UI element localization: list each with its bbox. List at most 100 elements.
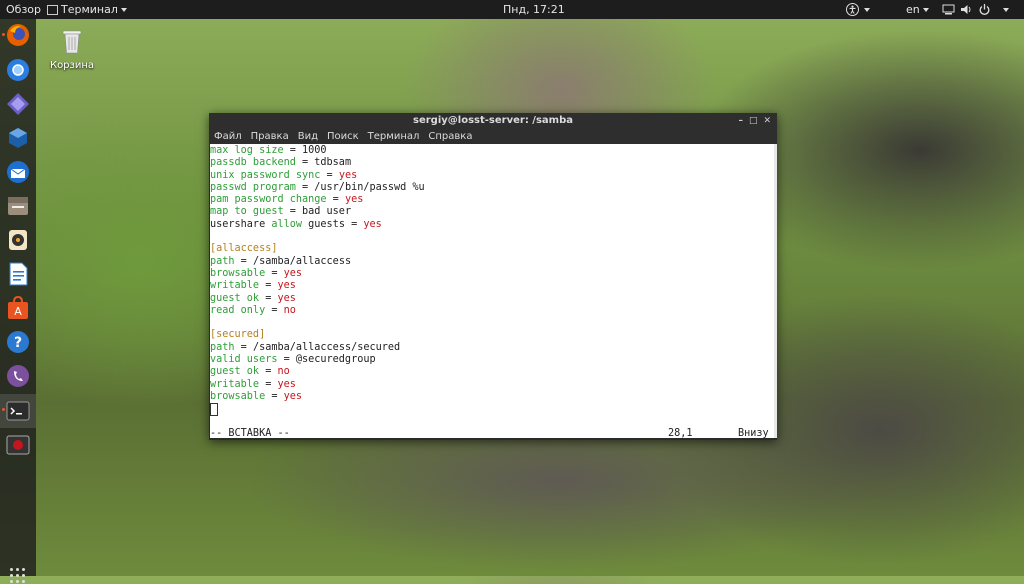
app-menu[interactable]: Терминал [47,0,127,19]
editor-token: yes [344,194,364,206]
editor-line: path = /samba/allaccess/secured [210,342,425,354]
editor-token: yes [277,280,296,292]
editor-line: [secured] [210,329,425,341]
close-icon[interactable]: ✕ [763,116,771,126]
lang-chevron-icon [922,8,929,12]
top-bar: Обзор Терминал Пнд, 17:21 en [0,0,1024,19]
terminal-app-icon [47,5,58,15]
viber-icon[interactable] [6,364,30,388]
editor-line: browsable = yes [210,268,425,280]
vim-status-line: -- ВСТАВКА -- 28,1 Внизу [210,428,774,438]
menu-search[interactable]: Поиск [327,131,359,142]
editor-token: = /usr/bin/passwd %u [295,181,425,193]
editor-token: yes [363,218,382,230]
editor-token: = /samba/allaccess/secured [234,341,401,353]
clock[interactable]: Пнд, 17:21 [503,0,565,19]
editor-token: no [277,366,290,378]
editor-line: map to guest = bad user [210,206,425,218]
software-center-icon[interactable]: A [6,296,30,320]
editor-line: passwd program = /usr/bin/passwd %u [210,182,425,194]
editor-line: writable = yes [210,280,425,292]
scrollbar[interactable] [774,144,777,438]
power-icon[interactable] [978,3,991,16]
chevron-down-icon [120,8,127,12]
editor-token: yes [277,292,296,304]
activities-button[interactable]: Обзор [6,0,41,19]
editor-token: yes [283,267,303,279]
minimize-icon[interactable]: – [738,116,743,126]
status-position: 28,1 [668,428,693,438]
menu-file[interactable]: Файл [214,131,242,142]
editor-token: = bad user [283,206,352,218]
terminal-menubar: Файл Правка Вид Поиск Терминал Справка [209,129,777,144]
editor-line: valid users = @securedgroup [210,354,425,366]
screen-recorder-icon[interactable] [6,433,30,457]
editor-token: browsable [210,267,266,279]
svg-text:?: ? [14,335,22,351]
editor-line: ​ [210,317,425,329]
editor-token: path [210,255,235,267]
editor-token: path [210,341,235,353]
svg-text:A: A [14,305,22,318]
editor-token: [secured] [210,329,266,341]
editor-line: passdb backend = tdbsam [210,157,425,169]
editor-token: [allaccess] [210,243,278,255]
editor-line: ​ [210,231,425,243]
maximize-icon[interactable]: □ [749,116,758,126]
editor-token: no [283,304,296,316]
accessibility-icon[interactable] [846,3,859,16]
firefox-icon[interactable] [6,23,30,47]
editor-token: = [259,292,278,304]
editor-token: browsable [210,390,266,402]
editor-token: = [326,194,345,206]
files-icon[interactable] [6,194,30,218]
editor-token: passdb backend [210,157,296,169]
show-applications-icon[interactable] [10,568,26,584]
editor-line: [allaccess] [210,243,425,255]
window-title: sergiy@losst-server: /samba [413,115,573,126]
editor-token: = /samba/allaccess [234,255,352,267]
help-icon[interactable]: ? [6,330,30,354]
editor-token: yes [338,169,358,181]
volume-icon[interactable] [960,3,973,16]
editor-line: path = /samba/allaccess [210,256,425,268]
terminal-content[interactable]: max log size = 1000 passdb backend = tdbs… [210,144,774,438]
language-indicator[interactable]: en [906,0,929,19]
app-menu-label: Терминал [61,3,118,16]
text-cursor [210,403,218,417]
running-indicator [2,408,5,411]
network-icon[interactable] [942,3,955,16]
editor-token: guest ok [210,292,260,304]
editor-token: = [265,390,284,402]
editor-token: guest ok [210,366,260,378]
rhythmbox-icon[interactable] [6,228,30,252]
chromium-icon[interactable] [6,58,30,82]
menu-help[interactable]: Справка [428,131,472,142]
libreoffice-writer-icon[interactable] [6,262,30,286]
window-titlebar[interactable]: sergiy@losst-server: /samba – □ ✕ [209,113,777,129]
editor-token: = [259,378,278,390]
menu-terminal[interactable]: Терминал [368,131,420,142]
status-scroll: Внизу [738,428,769,438]
menu-edit[interactable]: Правка [251,131,289,142]
menu-view[interactable]: Вид [298,131,318,142]
editor-token: guests = [302,218,364,230]
editor-token: = [265,267,284,279]
editor-line: read only = no [210,305,425,317]
editor-token: unix password sync [210,169,321,181]
status-mode: -- ВСТАВКА -- [210,428,290,438]
accessibility-chevron-icon [864,8,870,12]
editor-token: = [259,280,278,292]
editor-token: writable [210,280,260,292]
thunderbird-icon[interactable] [6,160,30,184]
editor-token: yes [277,378,296,390]
virtualbox-icon[interactable] [6,126,30,150]
terminal-icon[interactable] [6,399,30,423]
system-menu-chevron-icon[interactable] [1003,8,1009,12]
editor-token: read only [210,304,266,316]
editor-token: valid users [210,354,278,366]
trash-desktop-icon[interactable]: Корзина [48,26,96,71]
terminal-window[interactable]: sergiy@losst-server: /samba – □ ✕ Файл Прав… [209,113,777,440]
app-diamond-icon[interactable] [6,92,30,116]
editor-token: passwd program [210,181,296,193]
